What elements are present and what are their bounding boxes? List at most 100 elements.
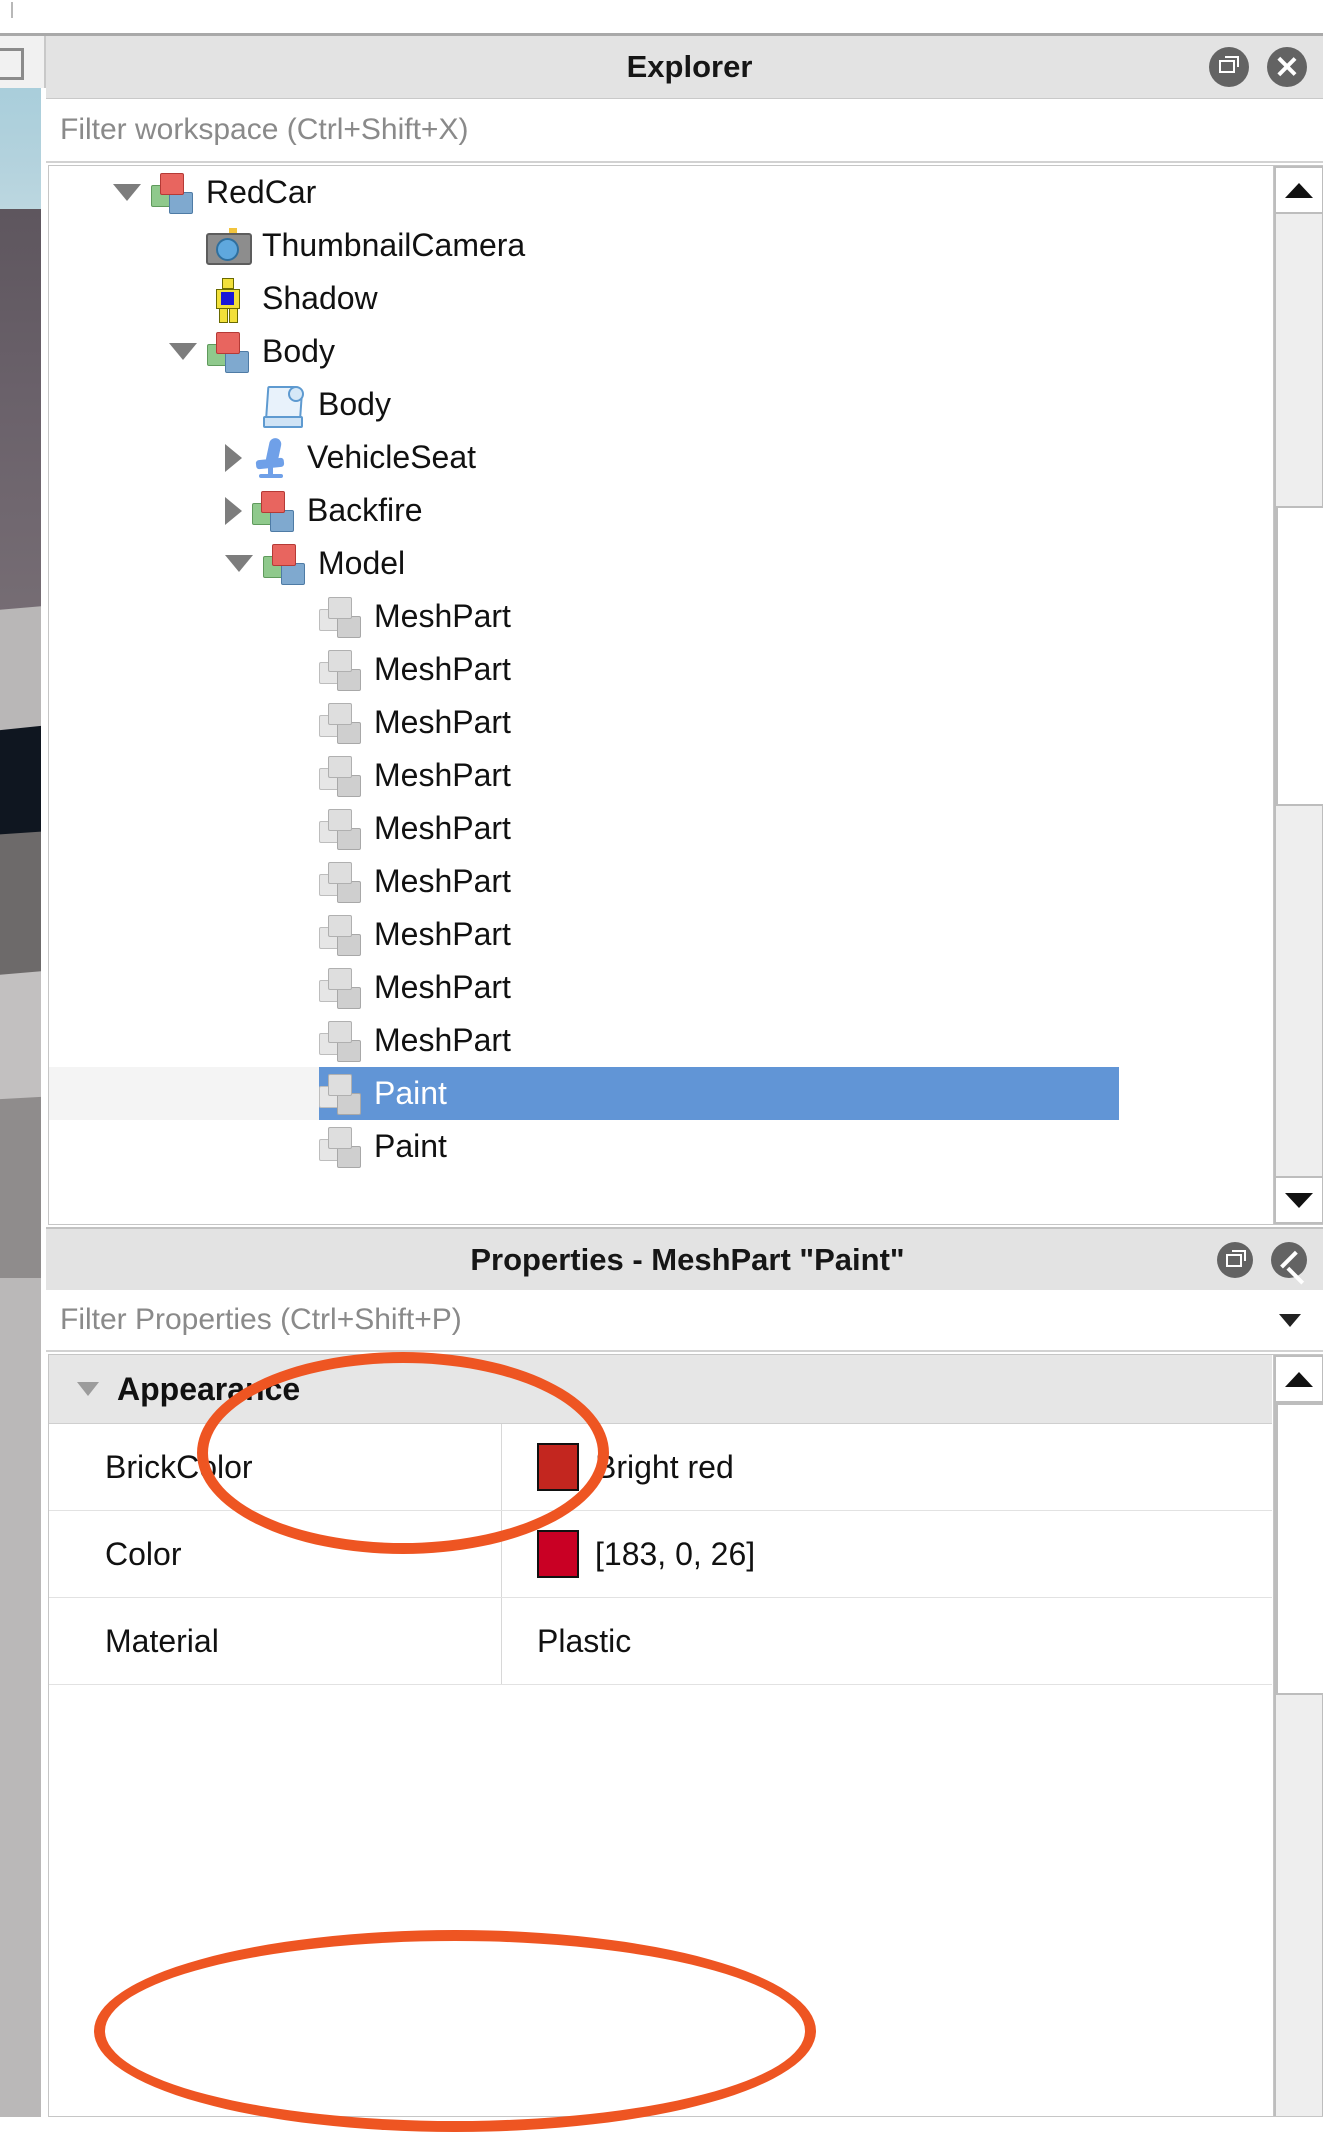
chevron-down-icon[interactable] — [225, 555, 253, 572]
scene-sky — [0, 88, 41, 209]
humanoid-icon — [205, 276, 251, 323]
viewport-window-button[interactable] — [0, 36, 46, 89]
tree-item[interactable]: RedCar — [49, 166, 1272, 219]
tree-item-label: Paint — [374, 1075, 447, 1111]
tree-twisty-spacer — [281, 722, 309, 723]
tree-item-label: Model — [318, 545, 406, 581]
property-row[interactable]: Material Plastic — [49, 1598, 1272, 1685]
tree-item-label: MeshPart — [374, 757, 511, 793]
tree-item[interactable]: Shadow — [49, 272, 1272, 325]
tree-item-label: VehicleSeat — [307, 439, 477, 475]
camera-icon — [205, 223, 252, 269]
tree-item-label: MeshPart — [374, 863, 511, 899]
funnel-icon[interactable] — [1279, 1314, 1301, 1327]
properties-title-buttons — [1217, 1229, 1307, 1291]
property-value-text: Plastic — [537, 1622, 632, 1659]
meshpart-icon — [317, 859, 363, 905]
explorer-scroll-thumb[interactable] — [1276, 506, 1323, 806]
meshpart-icon — [317, 912, 363, 958]
tree-twisty-spacer — [225, 404, 253, 405]
docked-panels: Explorer Filter workspace (Ctrl+Shift+X)… — [46, 0, 1323, 2117]
chevron-down-icon[interactable] — [169, 343, 197, 360]
close-icon[interactable] — [1267, 47, 1307, 87]
property-value-cell[interactable]: Plastic — [501, 1623, 631, 1660]
meshpart-icon — [317, 965, 363, 1011]
tree-item[interactable]: MeshPart — [49, 908, 1272, 961]
tree-item[interactable]: MeshPart — [49, 749, 1272, 802]
chevron-right-icon[interactable] — [225, 443, 242, 472]
explorer-scroll-track[interactable] — [1274, 214, 1323, 1176]
properties-list: Appearance BrickColor Bright red Color [183,… — [49, 1355, 1272, 1685]
tree-item[interactable]: Body — [49, 325, 1272, 378]
chevron-down-icon[interactable] — [113, 184, 141, 201]
tree-item-label: MeshPart — [374, 704, 511, 740]
properties-filter-placeholder: Filter Properties (Ctrl+Shift+P) — [60, 1303, 462, 1336]
tree-item[interactable]: Body — [49, 378, 1272, 431]
property-value-cell[interactable]: Bright red — [501, 1443, 734, 1491]
scroll-up-arrow-icon[interactable] — [1274, 1355, 1323, 1403]
property-group-header[interactable]: Appearance — [49, 1355, 1272, 1424]
tree-item[interactable]: MeshPart — [49, 802, 1272, 855]
tree-item-label: MeshPart — [374, 810, 511, 846]
explorer-title-text: Explorer — [626, 49, 753, 84]
tree-item[interactable]: MeshPart — [49, 855, 1272, 908]
scroll-down-arrow-icon[interactable] — [1274, 1176, 1323, 1224]
tree-item[interactable]: Backfire — [49, 484, 1272, 537]
tree-item[interactable]: MeshPart — [49, 643, 1272, 696]
tree-item[interactable]: ThumbnailCamera — [49, 219, 1272, 272]
properties-title-bar: Properties - MeshPart "Paint" — [46, 1227, 1323, 1292]
tree-item[interactable]: MeshPart — [49, 1014, 1272, 1067]
properties-title-text: Properties - MeshPart "Paint" — [470, 1242, 905, 1277]
restore-window-icon[interactable] — [1217, 1242, 1253, 1278]
viewport-scene[interactable] — [0, 88, 41, 2117]
tree-item[interactable]: Paint — [49, 1120, 1272, 1173]
tree-item-label: Backfire — [307, 492, 423, 528]
explorer-scrollbar[interactable] — [1273, 166, 1323, 1224]
property-group-name: Appearance — [117, 1370, 301, 1407]
properties-scrollbar[interactable] — [1273, 1355, 1323, 2116]
tree-item-label: RedCar — [206, 174, 317, 210]
property-name: BrickColor — [105, 1448, 253, 1485]
color-swatch[interactable] — [537, 1443, 579, 1491]
tree-item[interactable]: VehicleSeat — [49, 431, 1272, 484]
tree-twisty-spacer — [169, 298, 197, 299]
chevron-down-icon[interactable] — [77, 1382, 99, 1396]
tree-item-label: Body — [318, 386, 391, 422]
properties-filter-input[interactable]: Filter Properties (Ctrl+Shift+P) — [46, 1290, 1323, 1352]
tree-twisty-spacer — [169, 245, 197, 246]
tree-twisty-spacer — [281, 669, 309, 670]
property-row[interactable]: Color [183, 0, 26] — [49, 1511, 1272, 1598]
explorer-filter-input[interactable]: Filter workspace (Ctrl+Shift+X) — [46, 99, 1323, 163]
property-value-cell[interactable]: [183, 0, 26] — [501, 1530, 755, 1578]
chevron-right-icon[interactable] — [225, 496, 242, 525]
tree-twisty-spacer — [281, 828, 309, 829]
explorer-title-bar: Explorer — [46, 36, 1323, 99]
properties-grid[interactable]: Appearance BrickColor Bright red Color [183,… — [48, 1354, 1323, 2117]
properties-scroll-track[interactable] — [1274, 1403, 1323, 2116]
model-icon — [149, 170, 195, 216]
explorer-tree-list: RedCar ThumbnailCamera Shadow Body Body Vehic… — [49, 166, 1272, 1173]
tree-twisty-spacer — [281, 934, 309, 935]
properties-scroll-thumb[interactable] — [1276, 1403, 1323, 1695]
tree-item-label: MeshPart — [374, 1022, 511, 1058]
tree-twisty-spacer — [281, 1146, 309, 1147]
viewport-tab-strip — [0, 0, 46, 33]
restore-window-icon[interactable] — [1209, 47, 1249, 87]
color-swatch[interactable] — [537, 1530, 579, 1578]
property-name: Material — [105, 1622, 219, 1659]
close-icon[interactable] — [1271, 1242, 1307, 1278]
viewport-3d-strip[interactable] — [0, 0, 46, 2117]
meshpart-icon — [317, 1071, 363, 1117]
scroll-up-arrow-icon[interactable] — [1274, 166, 1323, 214]
scene-band-4 — [0, 971, 41, 1115]
tree-item[interactable]: MeshPart — [49, 961, 1272, 1014]
property-row[interactable]: BrickColor Bright red — [49, 1424, 1272, 1511]
tree-item[interactable]: MeshPart — [49, 590, 1272, 643]
tree-item[interactable]: Paint — [49, 1067, 1272, 1120]
tree-item-label: Shadow — [262, 280, 378, 316]
tree-item[interactable]: MeshPart — [49, 696, 1272, 749]
explorer-tree[interactable]: RedCar ThumbnailCamera Shadow Body Body Vehic… — [48, 165, 1323, 1225]
tree-item[interactable]: Model — [49, 537, 1272, 590]
tree-twisty-spacer — [281, 775, 309, 776]
tree-item-label: MeshPart — [374, 969, 511, 1005]
